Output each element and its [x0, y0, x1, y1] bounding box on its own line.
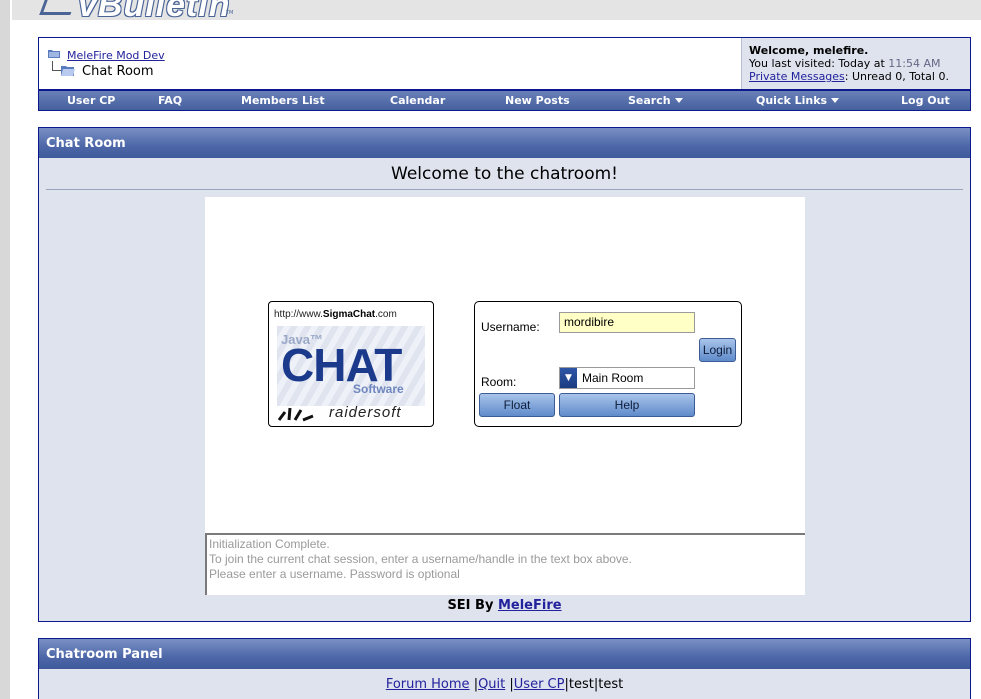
- nav-members-list[interactable]: Members List: [241, 94, 325, 107]
- melefire-link[interactable]: MeleFire: [498, 598, 562, 613]
- nav-usercp[interactable]: User CP: [67, 94, 115, 107]
- pm-status-line: Private Messages: Unread 0, Total 0.: [749, 70, 970, 83]
- log-line: To join the current chat session, enter …: [209, 552, 632, 566]
- left-rail: [0, 0, 10, 699]
- extra-text: test: [598, 677, 624, 692]
- last-visit-time: 11:54 AM: [888, 57, 941, 70]
- chatroom-panel: Chatroom Panel Forum Home |Quit |User CP…: [38, 638, 971, 699]
- logo-software-text: Software: [353, 382, 404, 396]
- chevron-down-icon: [674, 98, 683, 103]
- divider: [46, 189, 963, 190]
- private-messages-link[interactable]: Private Messages: [749, 70, 845, 83]
- logo-vendor-text: raidersoft: [329, 404, 402, 421]
- quit-link[interactable]: Quit: [478, 677, 505, 692]
- breadcrumb-tree-line: [52, 61, 61, 71]
- welcome-heading: Welcome to the chatroom!: [391, 164, 618, 184]
- user-cp-link[interactable]: User CP: [514, 677, 565, 692]
- last-visit: You last visited: Today at 11:54 AM: [749, 57, 941, 70]
- open-folder-icon: [61, 66, 75, 76]
- breadcrumb-current: Chat Room: [82, 64, 154, 79]
- nav-quick-links[interactable]: Quick Links: [756, 94, 840, 107]
- site-logo[interactable]: vBulletin: [78, 0, 231, 25]
- nav-menu-bar: User CP FAQ Members List Calendar New Po…: [38, 90, 971, 111]
- breadcrumb-parent-link[interactable]: MeleFire Mod Dev: [67, 49, 165, 62]
- chat-applet: http://www.SigmaChat.com Java™ CHAT Soft…: [205, 197, 805, 533]
- nav-search[interactable]: Search: [628, 94, 683, 107]
- float-button[interactable]: Float: [479, 393, 555, 417]
- logo-trademark: TM: [226, 10, 234, 16]
- chat-room-panel: Chat Room Welcome to the chatroom! http:…: [38, 127, 971, 622]
- login-button[interactable]: Login: [699, 338, 736, 362]
- username-input[interactable]: mordibire: [559, 312, 695, 333]
- room-selected-value: Main Room: [582, 371, 644, 385]
- logo-swoosh-icon: [39, 0, 76, 15]
- chevron-down-icon: [831, 98, 840, 103]
- chatroom-links: Forum Home |Quit |User CP|test|test: [385, 677, 624, 692]
- raidersoft-mark-icon: [277, 407, 314, 422]
- forum-home-link[interactable]: Forum Home: [386, 677, 470, 692]
- pm-counts: : Unread 0, Total 0.: [844, 70, 949, 83]
- room-select[interactable]: ▼ Main Room: [559, 367, 695, 389]
- username-label: Username:: [481, 320, 540, 334]
- chat-room-title: Chat Room: [39, 128, 970, 158]
- welcome-greeting: Welcome, melefire.: [749, 44, 869, 57]
- forum-folder-icon: [48, 50, 60, 58]
- chevron-down-icon[interactable]: ▼: [560, 368, 577, 388]
- chatroom-panel-title: Chatroom Panel: [39, 639, 970, 669]
- room-label: Room:: [481, 375, 517, 389]
- navbar: MeleFire Mod Dev Chat Room Welcome, mele…: [38, 37, 971, 90]
- nav-faq[interactable]: FAQ: [158, 94, 182, 107]
- nav-calendar[interactable]: Calendar: [390, 94, 445, 107]
- login-form: Username: mordibire Login Room: ▼ Main R…: [474, 301, 742, 427]
- help-button[interactable]: Help: [559, 393, 695, 417]
- log-line: Initialization Complete.: [209, 537, 330, 551]
- chat-log[interactable]: Initialization Complete. To join the cur…: [205, 533, 805, 595]
- header-band: vBulletin TM: [12, 0, 981, 24]
- log-line: Please enter a username. Password is opt…: [209, 567, 460, 581]
- nav-log-out[interactable]: Log Out: [901, 94, 950, 107]
- logo-url: http://www.SigmaChat.com: [274, 309, 397, 320]
- credit-line: SEI By MeleFire: [447, 598, 562, 613]
- sigmachat-logo: http://www.SigmaChat.com Java™ CHAT Soft…: [268, 301, 434, 427]
- welcome-box: Welcome, melefire. You last visited: Tod…: [741, 38, 970, 89]
- extra-text: test: [568, 677, 594, 692]
- nav-new-posts[interactable]: New Posts: [505, 94, 570, 107]
